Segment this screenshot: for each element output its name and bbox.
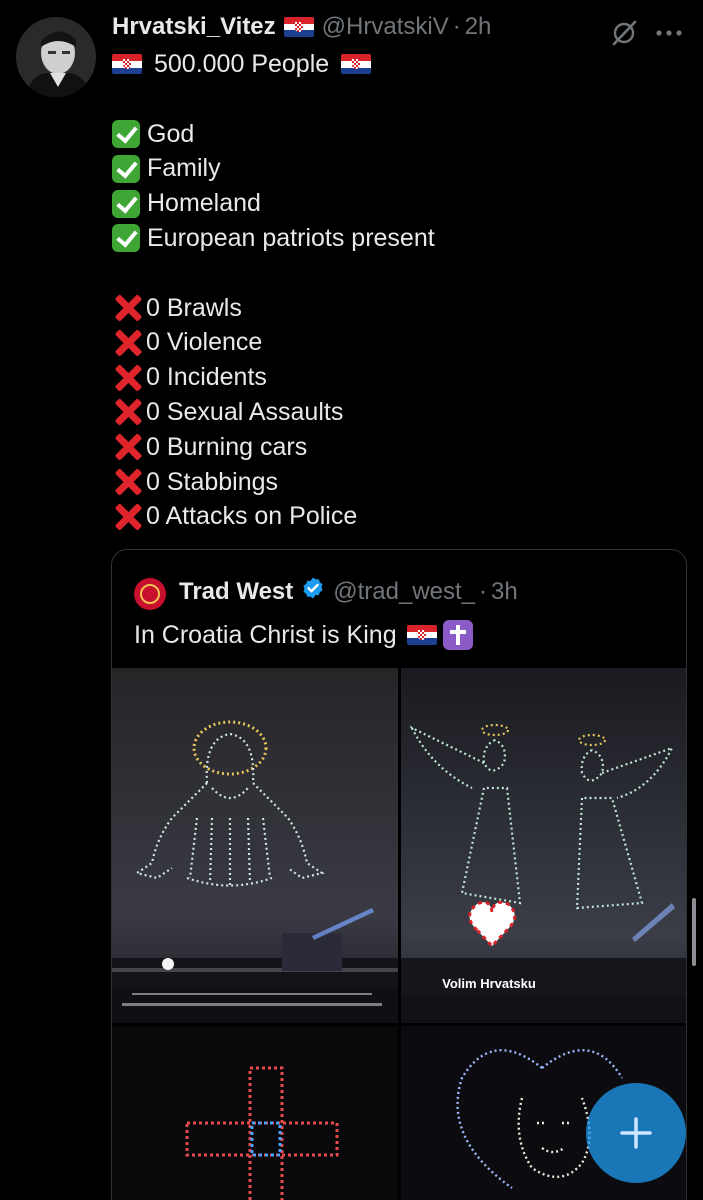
scrollbar-thumb[interactable]	[692, 898, 696, 966]
plus-icon	[620, 1117, 652, 1149]
more-options-icon[interactable]	[655, 25, 683, 43]
header-separator: ·	[452, 13, 461, 40]
check-item-text: Homeland	[147, 189, 261, 218]
check-item: Homeland	[112, 186, 435, 221]
check-item-text: Family	[147, 154, 221, 183]
check-item-text: God	[147, 119, 195, 148]
quoted-tweet-text: In Croatia Christ is King	[134, 620, 473, 650]
cross-item-text: 0 Sexual Assaults	[146, 397, 344, 426]
tweet-header: Hrvatski_Vitez @HrvatskiV · 2h	[112, 13, 491, 41]
tweet-page: Hrvatski_Vitez @HrvatskiV · 2h 500.000 P…	[0, 0, 703, 1200]
check-mark-icon	[112, 154, 140, 183]
author-name[interactable]: Hrvatski_Vitez	[112, 13, 276, 41]
quoted-tweet-header: Trad West @trad_west_ · 3h	[179, 576, 518, 607]
cross-item: 0 Attacks on Police	[112, 499, 435, 534]
croatia-flag-icon	[112, 54, 142, 75]
cross-item: 0 Brawls	[112, 291, 435, 326]
quoted-author-name[interactable]: Trad West	[179, 578, 293, 606]
quoted-header-separator: ·	[479, 577, 488, 605]
headline-text: 500.000 People	[154, 50, 330, 78]
media-photo-cross[interactable]	[112, 1026, 398, 1200]
croatia-flag-icon	[341, 54, 372, 75]
check-item: God	[112, 117, 435, 152]
media-photo-madonna[interactable]	[112, 668, 398, 1023]
check-item: European patriots present	[112, 221, 435, 256]
quoted-author-avatar[interactable]	[134, 578, 166, 610]
verified-badge-icon	[301, 576, 325, 607]
quoted-text-body: In Croatia Christ is King	[134, 620, 397, 649]
check-mark-icon	[112, 119, 140, 148]
cross-item-text: 0 Burning cars	[146, 432, 308, 461]
check-item: Family	[112, 151, 435, 186]
croatia-flag-icon	[283, 17, 314, 37]
latin-cross-icon	[442, 620, 473, 650]
cross-item: 0 Stabbings	[112, 465, 435, 500]
cross-mark-icon	[112, 396, 144, 428]
cross-item-text: 0 Stabbings	[146, 467, 279, 496]
cross-item-text: 0 Incidents	[146, 363, 267, 392]
tweet-text: 500.000 People God Family Homeland Europ…	[112, 47, 435, 534]
grok-icon[interactable]	[609, 18, 639, 53]
cross-mark-icon	[112, 501, 144, 533]
cross-item: 0 Violence	[112, 325, 435, 360]
cross-mark-icon	[112, 327, 144, 359]
cross-item-text: 0 Violence	[146, 328, 263, 357]
quoted-timestamp[interactable]: 3h	[491, 578, 518, 606]
cross-item: 0 Incidents	[112, 360, 435, 395]
tweet-timestamp[interactable]: 2h	[465, 13, 492, 41]
quoted-author-handle[interactable]: @trad_west_	[333, 578, 475, 606]
cross-mark-icon	[112, 292, 144, 324]
croatia-flag-icon	[406, 625, 437, 645]
cross-mark-icon	[112, 362, 144, 394]
check-mark-icon	[112, 189, 140, 218]
cross-item: 0 Sexual Assaults	[112, 395, 435, 430]
cross-item-text: 0 Brawls	[146, 293, 242, 322]
author-avatar[interactable]	[16, 17, 96, 97]
media-photo-angels[interactable]: Volim Hrvatsku	[401, 668, 686, 1023]
author-handle[interactable]: @HrvatskiV	[322, 13, 449, 41]
check-item-text: European patriots present	[147, 223, 435, 252]
headline-line: 500.000 People	[112, 47, 435, 82]
cross-mark-icon	[112, 466, 144, 498]
cross-item: 0 Burning cars	[112, 430, 435, 465]
cross-mark-icon	[112, 431, 144, 463]
cross-item-text: 0 Attacks on Police	[146, 502, 358, 531]
check-mark-icon	[112, 224, 140, 253]
compose-button[interactable]	[586, 1083, 686, 1183]
banner-text: Volim Hrvatsku	[442, 976, 536, 991]
